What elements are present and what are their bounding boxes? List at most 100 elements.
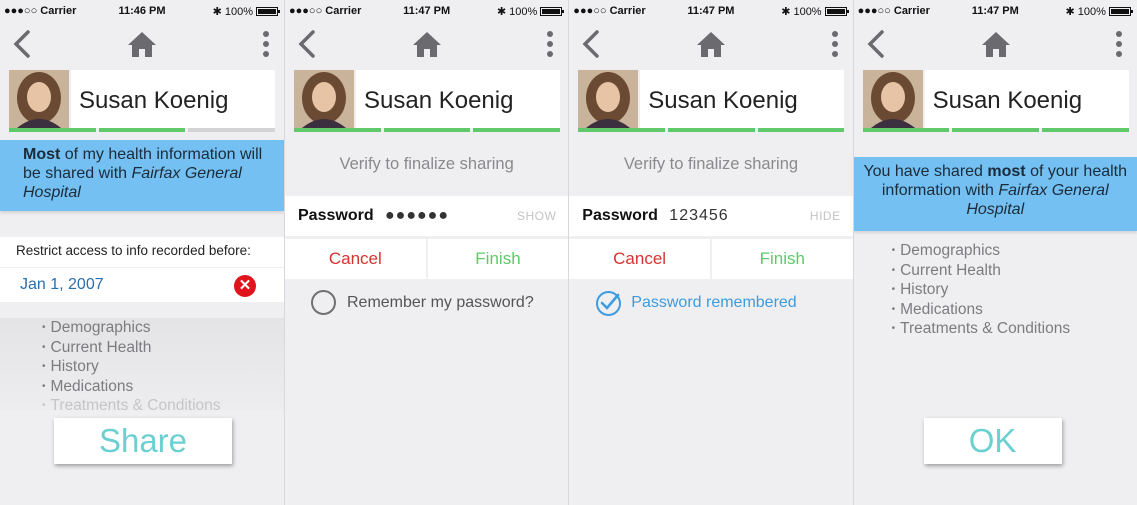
verify-text: Verify to finalize sharing bbox=[623, 155, 799, 173]
finish-button[interactable]: Finish bbox=[711, 239, 853, 279]
progress-step bbox=[578, 128, 665, 132]
nav-bar bbox=[569, 26, 852, 62]
cancel-button[interactable]: Cancel bbox=[285, 239, 426, 279]
list-item: Treatments & Conditions bbox=[892, 319, 1137, 339]
battery-icon bbox=[824, 7, 849, 16]
restrict-date-field[interactable]: Jan 1, 2007 ✕ bbox=[0, 268, 284, 302]
progress-step bbox=[294, 128, 381, 132]
banner-bold: most bbox=[987, 163, 1026, 180]
finish-button[interactable]: Finish bbox=[427, 239, 569, 279]
password-value: 123456 bbox=[669, 207, 729, 224]
progress-step bbox=[188, 128, 276, 132]
nav-bar bbox=[854, 26, 1137, 62]
password-value: ●●●●●● bbox=[385, 207, 449, 224]
clear-date-icon[interactable]: ✕ bbox=[234, 275, 256, 297]
more-options-icon[interactable] bbox=[1115, 30, 1123, 58]
shared-confirmation-banner: You have shared most of your health info… bbox=[853, 157, 1137, 231]
hide-password-toggle[interactable]: HIDE bbox=[810, 209, 841, 223]
more-options-icon[interactable] bbox=[262, 30, 270, 58]
remember-label: Remember my password? bbox=[347, 294, 534, 311]
progress-step bbox=[757, 128, 845, 132]
more-options-icon[interactable] bbox=[546, 30, 554, 58]
ok-button[interactable]: OK bbox=[923, 418, 1062, 464]
list-item: History bbox=[892, 280, 1137, 300]
user-name: Susan Koenig bbox=[364, 87, 514, 114]
radio-circle-icon bbox=[311, 290, 336, 315]
bluetooth-icon: ✱ bbox=[781, 6, 791, 18]
user-name: Susan Koenig bbox=[79, 87, 229, 114]
progress-step bbox=[473, 128, 561, 132]
restrict-label: Restrict access to info recorded before: bbox=[0, 237, 284, 267]
verify-text: Verify to finalize sharing bbox=[339, 155, 514, 173]
share-button[interactable]: Share bbox=[54, 418, 232, 464]
home-icon[interactable] bbox=[981, 30, 1011, 58]
status-bar: ●●●○○ Carrier 11:47 PM ✱ 100% bbox=[569, 0, 852, 22]
battery-icon bbox=[256, 7, 280, 16]
check-circle-icon bbox=[596, 291, 622, 316]
progress-step bbox=[383, 128, 471, 132]
progress-step bbox=[952, 128, 1039, 132]
banner-text: You have shared bbox=[863, 163, 988, 180]
screen-confirmation: ●●●○○ Carrier 11:47 PM ✱ 100% Susan Koeni… bbox=[852, 0, 1137, 505]
shared-info-list: Demographics Current Health History Medi… bbox=[0, 318, 284, 410]
password-field[interactable]: Password ●●●●●● SHOW bbox=[285, 196, 569, 236]
list-item: Current Health bbox=[892, 261, 1137, 281]
avatar bbox=[294, 70, 354, 128]
status-bar: ●●●○○ Carrier 11:47 PM ✱ 100% bbox=[854, 0, 1137, 22]
progress-steps bbox=[9, 128, 276, 132]
back-icon[interactable] bbox=[579, 28, 603, 60]
home-icon[interactable] bbox=[412, 30, 442, 58]
status-bar: ●●●○○ Carrier 11:47 PM ✱ 100% bbox=[285, 0, 568, 22]
bluetooth-icon: ✱ bbox=[1065, 6, 1075, 18]
list-item: Medications bbox=[42, 377, 284, 397]
list-item: Demographics bbox=[892, 241, 1137, 261]
nav-bar bbox=[0, 26, 284, 62]
battery-percent: 100% bbox=[793, 5, 822, 18]
show-password-toggle[interactable]: SHOW bbox=[517, 209, 556, 223]
home-icon[interactable] bbox=[696, 30, 726, 58]
list-item: Demographics bbox=[42, 318, 284, 338]
password-label: Password bbox=[298, 207, 374, 224]
back-icon[interactable] bbox=[864, 28, 888, 60]
progress-step bbox=[862, 128, 950, 132]
user-name: Susan Koenig bbox=[932, 87, 1083, 114]
nav-bar bbox=[285, 26, 568, 62]
password-field[interactable]: Password 123456 HIDE bbox=[569, 196, 853, 236]
profile-card: Susan Koenig bbox=[9, 70, 276, 132]
progress-step bbox=[667, 128, 755, 132]
avatar bbox=[862, 70, 923, 128]
avatar bbox=[578, 70, 639, 128]
progress-steps bbox=[294, 128, 561, 132]
progress-step bbox=[1041, 128, 1129, 132]
battery-icon bbox=[540, 7, 565, 16]
progress-steps bbox=[578, 128, 845, 132]
status-bar: ●●●○○ Carrier 11:46 PM ✱ 100% bbox=[0, 0, 284, 22]
shared-info-list: Demographics Current Health History Medi… bbox=[854, 241, 1137, 339]
list-item: History bbox=[42, 357, 284, 377]
cancel-button[interactable]: Cancel bbox=[569, 239, 710, 279]
password-label: Password bbox=[582, 207, 658, 224]
battery-icon bbox=[1108, 7, 1133, 16]
profile-card: Susan Koenig bbox=[862, 70, 1129, 132]
battery-percent: 100% bbox=[509, 5, 538, 18]
progress-step bbox=[98, 128, 186, 132]
battery-percent: 100% bbox=[1077, 5, 1106, 18]
action-buttons: Cancel Finish bbox=[285, 239, 569, 279]
bluetooth-icon: ✱ bbox=[212, 6, 222, 18]
more-options-icon[interactable] bbox=[831, 30, 839, 58]
bluetooth-icon: ✱ bbox=[496, 6, 507, 18]
progress-steps bbox=[862, 128, 1129, 132]
screen-verify: ●●●○○ Carrier 11:47 PM ✱ 100% Susan Koeni… bbox=[284, 0, 569, 505]
share-summary-banner: Most of my health information will be sh… bbox=[0, 140, 284, 211]
action-buttons: Cancel Finish bbox=[569, 239, 853, 279]
profile-card: Susan Koenig bbox=[578, 70, 845, 132]
profile-card: Susan Koenig bbox=[294, 70, 561, 132]
date-value: Jan 1, 2007 bbox=[20, 276, 104, 293]
screen-share: ●●●○○ Carrier 11:46 PM ✱ 100% Susan Koeni… bbox=[0, 0, 284, 505]
avatar bbox=[9, 70, 69, 128]
back-icon[interactable] bbox=[295, 28, 319, 60]
list-item: Treatments & Conditions bbox=[42, 396, 284, 410]
screen-verify-remembered: ●●●○○ Carrier 11:47 PM ✱ 100% Susan Koeni… bbox=[568, 0, 853, 505]
home-icon[interactable] bbox=[127, 30, 157, 58]
back-icon[interactable] bbox=[10, 28, 34, 60]
